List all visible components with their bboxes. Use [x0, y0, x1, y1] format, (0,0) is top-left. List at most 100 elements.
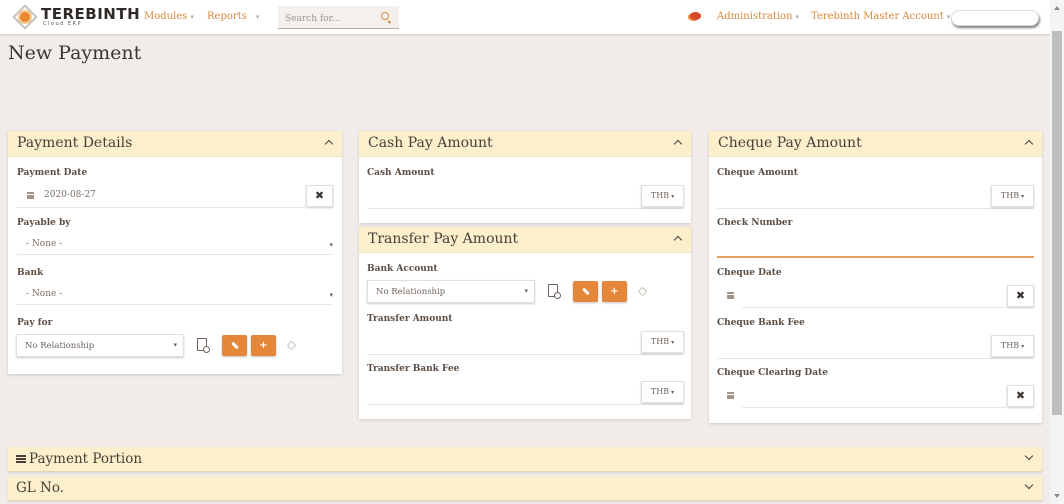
- field-underline: [367, 354, 683, 355]
- chevron-up-icon[interactable]: [324, 139, 334, 149]
- cheque-amount-currency-dropdown[interactable]: THB ▾: [991, 185, 1034, 207]
- calendar-icon: [727, 392, 734, 399]
- unlink-icon[interactable]: [637, 286, 648, 297]
- link-icon: [230, 341, 239, 349]
- transfer-amount-currency-dropdown[interactable]: THB ▾: [641, 331, 684, 353]
- clear-cheque-date-button[interactable]: ✖: [1007, 285, 1034, 307]
- caret-down-icon: ▾: [329, 241, 333, 249]
- caret-down-icon: ▾: [671, 339, 675, 346]
- cash-amount-input[interactable]: [367, 187, 637, 207]
- field-underline: [367, 404, 683, 405]
- cheque-fee-currency-dropdown[interactable]: THB ▾: [991, 335, 1034, 357]
- view-document-icon[interactable]: [197, 338, 210, 353]
- nav-account-label: Terebinth Master Account: [811, 11, 944, 22]
- scroll-up-arrow-icon[interactable]: [1054, 6, 1060, 10]
- payment-date-field[interactable]: 2020-08-27: [44, 190, 96, 200]
- cheque-pay-panel: Cheque Pay Amount Cheque Amount THB ▾ Che…: [709, 131, 1042, 423]
- payable-by-label: Payable by: [17, 218, 71, 228]
- cash-currency-dropdown[interactable]: THB ▾: [641, 185, 684, 207]
- chevron-down-icon[interactable]: [1024, 451, 1034, 461]
- transfer-amount-input[interactable]: [367, 333, 637, 353]
- scroll-down-arrow-icon[interactable]: [1054, 494, 1060, 498]
- search-box: [278, 6, 399, 30]
- cheque-date-input[interactable]: [743, 286, 998, 306]
- transfer-fee-label: Transfer Bank Fee: [367, 364, 460, 374]
- transfer-pay-panel: Transfer Pay Amount Bank Account No Rela…: [359, 227, 691, 419]
- chevron-up-icon[interactable]: [673, 139, 683, 149]
- nav-modules-menu[interactable]: Modules ▾: [144, 11, 194, 22]
- logo-icon: [12, 4, 38, 30]
- link-icon: [581, 287, 590, 295]
- clear-date-button[interactable]: ✖: [306, 185, 333, 207]
- currency-label: THB: [650, 191, 670, 200]
- caret-down-icon: ▾: [1021, 343, 1025, 350]
- page-scrollbar[interactable]: [1050, 0, 1064, 504]
- bank-value: - None -: [26, 289, 63, 299]
- caret-down-icon: ▾: [795, 13, 800, 21]
- bank-account-value: No Relationship: [376, 287, 446, 297]
- search-input[interactable]: [278, 8, 373, 30]
- transfer-amount-label: Transfer Amount: [367, 314, 453, 324]
- user-menu-pill[interactable]: [951, 10, 1039, 26]
- transfer-pay-header[interactable]: Transfer Pay Amount: [359, 227, 691, 253]
- view-document-icon[interactable]: [548, 284, 561, 299]
- section-title: Payment Portion: [16, 451, 142, 467]
- brand-logo[interactable]: TEREBINTH Cloud ERP: [12, 3, 140, 31]
- nav-reports-menu[interactable]: Reports ▾: [207, 11, 259, 22]
- cheque-fee-input[interactable]: [717, 337, 987, 357]
- add-button[interactable]: +: [251, 335, 276, 356]
- clearing-date-input[interactable]: [743, 386, 998, 406]
- currency-label: THB: [650, 387, 670, 396]
- nav-administration-menu[interactable]: Administration ▾: [717, 11, 799, 22]
- transfer-fee-currency-dropdown[interactable]: THB ▾: [641, 381, 684, 403]
- cheque-pay-header[interactable]: Cheque Pay Amount: [709, 131, 1042, 157]
- unlink-icon[interactable]: [286, 340, 297, 351]
- nav-account-menu[interactable]: Terebinth Master Account ▾: [811, 11, 950, 22]
- caret-down-icon: ▾: [1021, 193, 1025, 200]
- calendar-icon: [727, 292, 734, 299]
- logo-title: TEREBINTH: [41, 5, 141, 23]
- pay-for-label: Pay for: [17, 318, 53, 328]
- nav-reports-label: Reports: [207, 11, 247, 22]
- pay-for-value: No Relationship: [25, 341, 95, 351]
- payable-by-select[interactable]: - None - ▾: [17, 237, 333, 255]
- caret-down-icon: ▾: [671, 193, 675, 200]
- bank-account-select[interactable]: No Relationship ▾: [367, 280, 535, 303]
- field-underline: [742, 307, 1006, 308]
- panel-title: Payment Details: [17, 135, 133, 151]
- pay-for-select[interactable]: No Relationship ▾: [16, 334, 184, 357]
- caret-down-icon: ▾: [190, 13, 194, 21]
- bank-select[interactable]: - None - ▾: [17, 287, 333, 305]
- payable-by-value: - None -: [26, 239, 63, 249]
- gl-no-section[interactable]: GL No.: [8, 476, 1042, 501]
- payment-date-label: Payment Date: [17, 168, 88, 178]
- cash-pay-header[interactable]: Cash Pay Amount: [359, 131, 691, 157]
- field-underline: [742, 407, 1006, 408]
- link-button[interactable]: [573, 281, 598, 302]
- payment-details-header[interactable]: Payment Details: [8, 131, 342, 157]
- cheque-amount-input[interactable]: [717, 187, 987, 207]
- search-icon[interactable]: [381, 12, 389, 20]
- gl-no-label: GL No.: [16, 480, 65, 496]
- chevron-up-icon[interactable]: [673, 235, 683, 245]
- link-button[interactable]: [222, 335, 247, 356]
- field-underline: [367, 208, 683, 209]
- field-underline: [717, 208, 1033, 209]
- notification-icon[interactable]: [690, 12, 701, 20]
- cheque-amount-label: Cheque Amount: [717, 168, 798, 178]
- field-underline: [17, 207, 305, 208]
- panel-title: Transfer Pay Amount: [368, 231, 519, 247]
- scrollbar-thumb[interactable]: [1052, 31, 1062, 415]
- transfer-fee-input[interactable]: [367, 383, 637, 403]
- top-navbar: TEREBINTH Cloud ERP Modules▾ Reports▾ Ad…: [0, 0, 1050, 35]
- clear-clearing-date-button[interactable]: ✖: [1007, 385, 1034, 407]
- payment-details-panel: Payment Details Payment Date 2020-08-27 …: [8, 131, 342, 374]
- check-number-input[interactable]: [717, 235, 1033, 255]
- cash-pay-panel: Cash Pay Amount Cash Amount THB ▾: [359, 131, 691, 223]
- add-button[interactable]: +: [602, 281, 627, 302]
- panel-title: Cheque Pay Amount: [718, 135, 862, 151]
- chevron-down-icon[interactable]: [1024, 480, 1034, 490]
- caret-down-icon: ▾: [671, 389, 675, 396]
- chevron-up-icon[interactable]: [1024, 139, 1034, 149]
- payment-portion-section[interactable]: Payment Portion: [8, 447, 1042, 472]
